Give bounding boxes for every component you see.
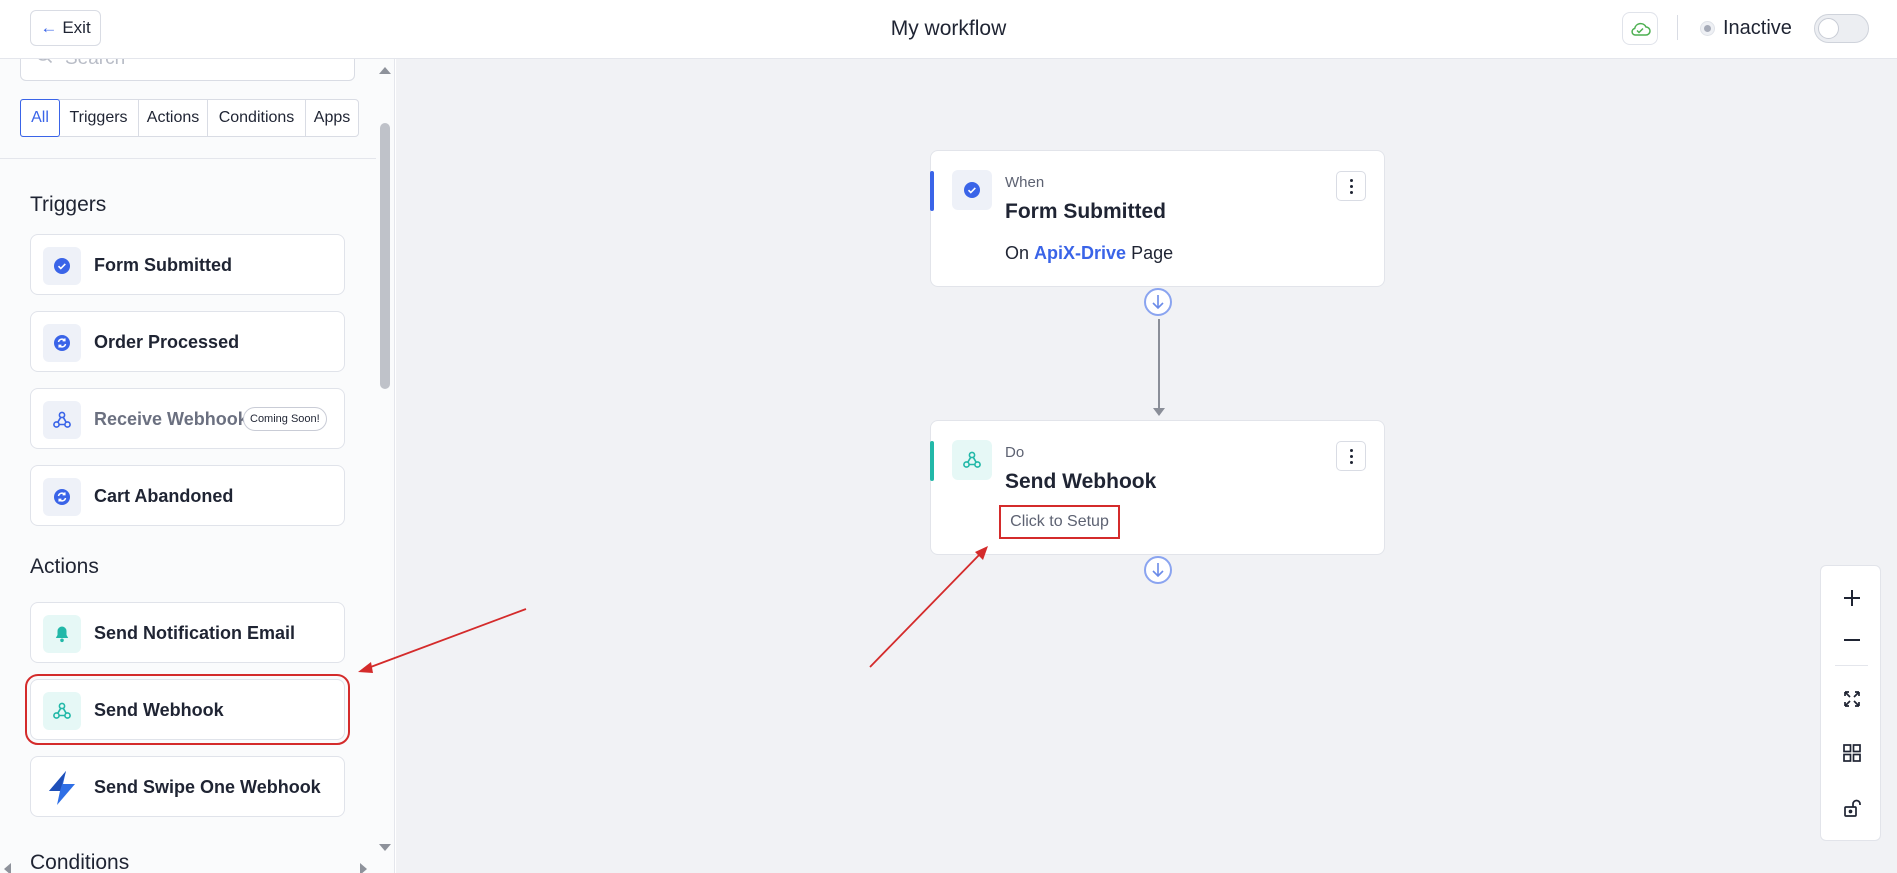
coming-soon-badge: Coming Soon! bbox=[243, 407, 327, 431]
cloud-saved-button[interactable] bbox=[1622, 12, 1658, 45]
click-to-setup-button[interactable]: Click to Setup bbox=[999, 505, 1120, 539]
plus-icon bbox=[1843, 590, 1860, 606]
node-connector bbox=[1158, 319, 1160, 411]
toolbar-divider bbox=[1835, 665, 1868, 666]
action-send-swipe-one-webhook[interactable]: Send Swipe One Webhook bbox=[30, 756, 345, 817]
check-circle-icon bbox=[43, 247, 81, 285]
header-divider bbox=[1677, 15, 1678, 40]
auto-layout-button[interactable] bbox=[1821, 733, 1882, 773]
webhook-icon bbox=[952, 440, 992, 480]
node-title: Send Webhook bbox=[1005, 470, 1157, 493]
add-step-button[interactable] bbox=[1144, 556, 1172, 584]
item-label: Cart Abandoned bbox=[94, 486, 234, 506]
active-toggle[interactable] bbox=[1814, 14, 1869, 43]
node-menu-button[interactable] bbox=[1336, 441, 1366, 471]
node-subtitle: On ApiX-Drive Page bbox=[1005, 243, 1173, 264]
search-placeholder: Search bbox=[65, 59, 125, 70]
scroll-down-arrow-icon[interactable] bbox=[379, 844, 391, 851]
item-label: Form Submitted bbox=[94, 255, 232, 275]
lock-canvas-button[interactable] bbox=[1821, 788, 1882, 828]
conditions-section-title: Conditions bbox=[30, 851, 130, 873]
action-send-notification-email[interactable]: Send Notification Email bbox=[30, 602, 345, 663]
trigger-receive-webhook: Receive Webhook Coming Soon! bbox=[30, 388, 345, 449]
node-menu-button[interactable] bbox=[1336, 171, 1366, 201]
tab-all[interactable]: All bbox=[20, 99, 60, 137]
trigger-form-submitted[interactable]: Form Submitted bbox=[30, 234, 345, 295]
tab-triggers[interactable]: Triggers bbox=[59, 100, 139, 136]
webhook-icon bbox=[43, 692, 81, 730]
node-accent-bar bbox=[930, 171, 934, 211]
node-kind: When bbox=[1005, 174, 1045, 191]
scroll-left-arrow-icon[interactable] bbox=[4, 863, 11, 873]
zoom-in-button[interactable] bbox=[1821, 578, 1882, 618]
search-icon bbox=[38, 59, 53, 64]
triggers-section-title: Triggers bbox=[30, 193, 107, 216]
item-label: Send Swipe One Webhook bbox=[94, 777, 321, 797]
canvas-controls bbox=[1820, 565, 1881, 841]
page-link[interactable]: ApiX-Drive bbox=[1034, 243, 1126, 263]
top-bar: ← Exit My workflow Inactive bbox=[0, 0, 1897, 59]
tab-apps[interactable]: Apps bbox=[306, 100, 358, 136]
sub-prefix: On bbox=[1005, 243, 1030, 263]
arrow-down-icon bbox=[1152, 563, 1164, 578]
trigger-cart-abandoned[interactable]: Cart Abandoned bbox=[30, 465, 345, 526]
zoom-out-button[interactable] bbox=[1821, 620, 1882, 660]
cloud-check-icon bbox=[1631, 22, 1651, 36]
toggle-knob bbox=[1818, 18, 1839, 39]
lightning-icon bbox=[43, 769, 81, 807]
node-title: Form Submitted bbox=[1005, 200, 1166, 223]
scroll-right-arrow-icon[interactable] bbox=[360, 863, 367, 873]
webhook-icon bbox=[43, 401, 81, 439]
trigger-order-processed[interactable]: Order Processed bbox=[30, 311, 345, 372]
item-label: Receive Webhook bbox=[94, 409, 248, 429]
grid-icon bbox=[1842, 744, 1861, 762]
node-accent-bar bbox=[930, 441, 934, 481]
filter-tabs: All Triggers Actions Conditions Apps bbox=[20, 99, 359, 137]
add-step-button[interactable] bbox=[1144, 288, 1172, 316]
status-label: Inactive bbox=[1723, 17, 1792, 39]
arrow-down-icon bbox=[1152, 295, 1164, 310]
actions-section-title: Actions bbox=[30, 555, 99, 578]
sync-icon bbox=[43, 324, 81, 362]
components-sidebar: Search All Triggers Actions Conditions A… bbox=[0, 59, 395, 873]
status-indicator-icon bbox=[1700, 21, 1715, 36]
action-node[interactable]: Do Send Webhook Click to Setup bbox=[930, 420, 1385, 555]
sync-icon bbox=[43, 478, 81, 516]
fit-view-button[interactable] bbox=[1821, 679, 1882, 719]
sub-suffix: Page bbox=[1131, 243, 1174, 263]
item-label: Send Notification Email bbox=[94, 623, 296, 643]
workflow-title: My workflow bbox=[890, 17, 1007, 40]
check-circle-icon bbox=[952, 170, 992, 210]
unlock-icon bbox=[1843, 799, 1861, 817]
scrollbar-thumb[interactable] bbox=[380, 123, 390, 389]
expand-icon bbox=[1843, 691, 1860, 707]
item-label: Send Webhook bbox=[94, 700, 224, 720]
search-input[interactable]: Search bbox=[20, 59, 355, 81]
tab-conditions[interactable]: Conditions bbox=[208, 100, 306, 136]
minus-icon bbox=[1843, 639, 1860, 641]
sidebar-divider bbox=[0, 158, 376, 159]
scroll-up-arrow-icon[interactable] bbox=[379, 67, 391, 74]
trigger-node[interactable]: When Form Submitted On ApiX-Drive Page bbox=[930, 150, 1385, 287]
tab-actions[interactable]: Actions bbox=[139, 100, 208, 136]
connector-arrow-icon bbox=[1153, 408, 1165, 416]
item-label: Order Processed bbox=[94, 332, 240, 352]
node-kind: Do bbox=[1005, 444, 1025, 461]
bell-icon bbox=[43, 615, 81, 653]
action-send-webhook[interactable]: Send Webhook bbox=[25, 674, 350, 745]
